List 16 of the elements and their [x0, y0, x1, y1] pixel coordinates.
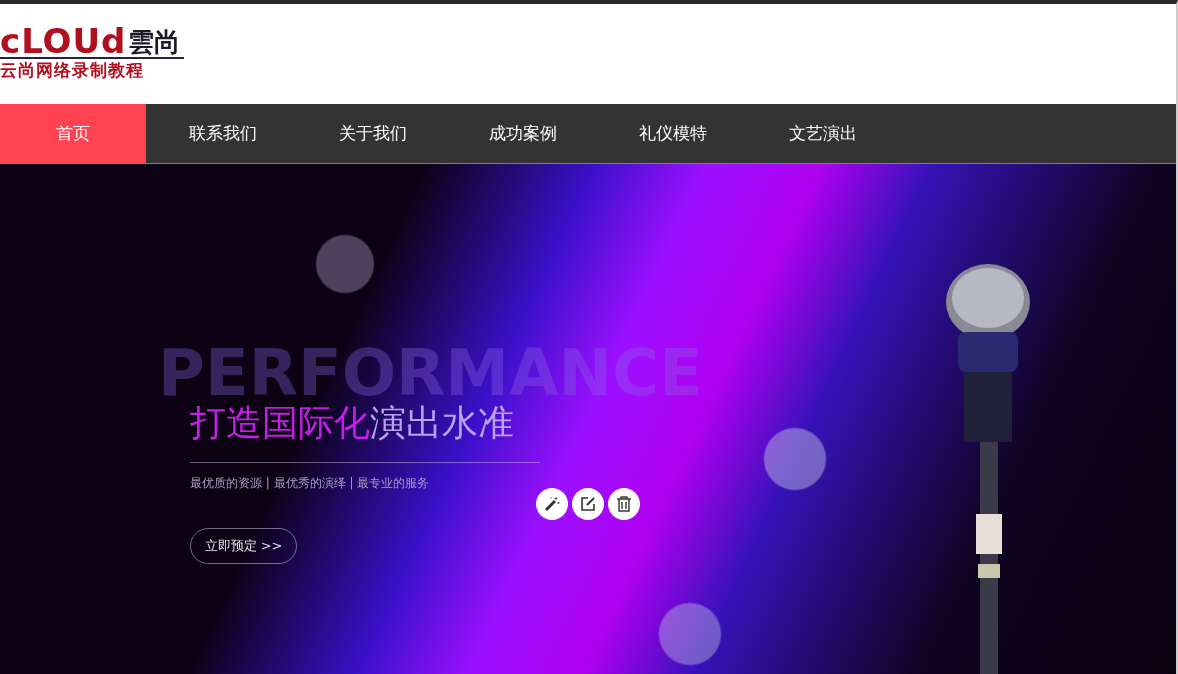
hero-headline: 打造国际化演出水准 — [190, 401, 514, 445]
logo-wordmark: cLOUd — [0, 26, 127, 56]
nav-tab[interactable]: 文艺演出 — [750, 104, 896, 163]
magic-wand-icon — [543, 495, 561, 513]
nav-tab[interactable]: 礼仪模特 — [600, 104, 746, 163]
trash-icon — [615, 495, 633, 513]
nav-tab[interactable]: 成功案例 — [450, 104, 596, 163]
logo-mark: 雲尚 — [128, 28, 181, 56]
edit-tool-button[interactable] — [572, 488, 604, 520]
logo-tagline: 云尚网络录制教程 — [0, 59, 145, 81]
delete-tool-button[interactable] — [608, 488, 640, 520]
nav-tab[interactable]: 联系我们 — [150, 104, 296, 163]
hero-subtitle: 最优质的资源 | 最优秀的演绎 | 最专业的服务 — [190, 475, 430, 492]
edit-icon — [579, 495, 597, 513]
magic-tool-button[interactable] — [536, 488, 568, 520]
nav-tab[interactable]: 关于我们 — [300, 104, 446, 163]
